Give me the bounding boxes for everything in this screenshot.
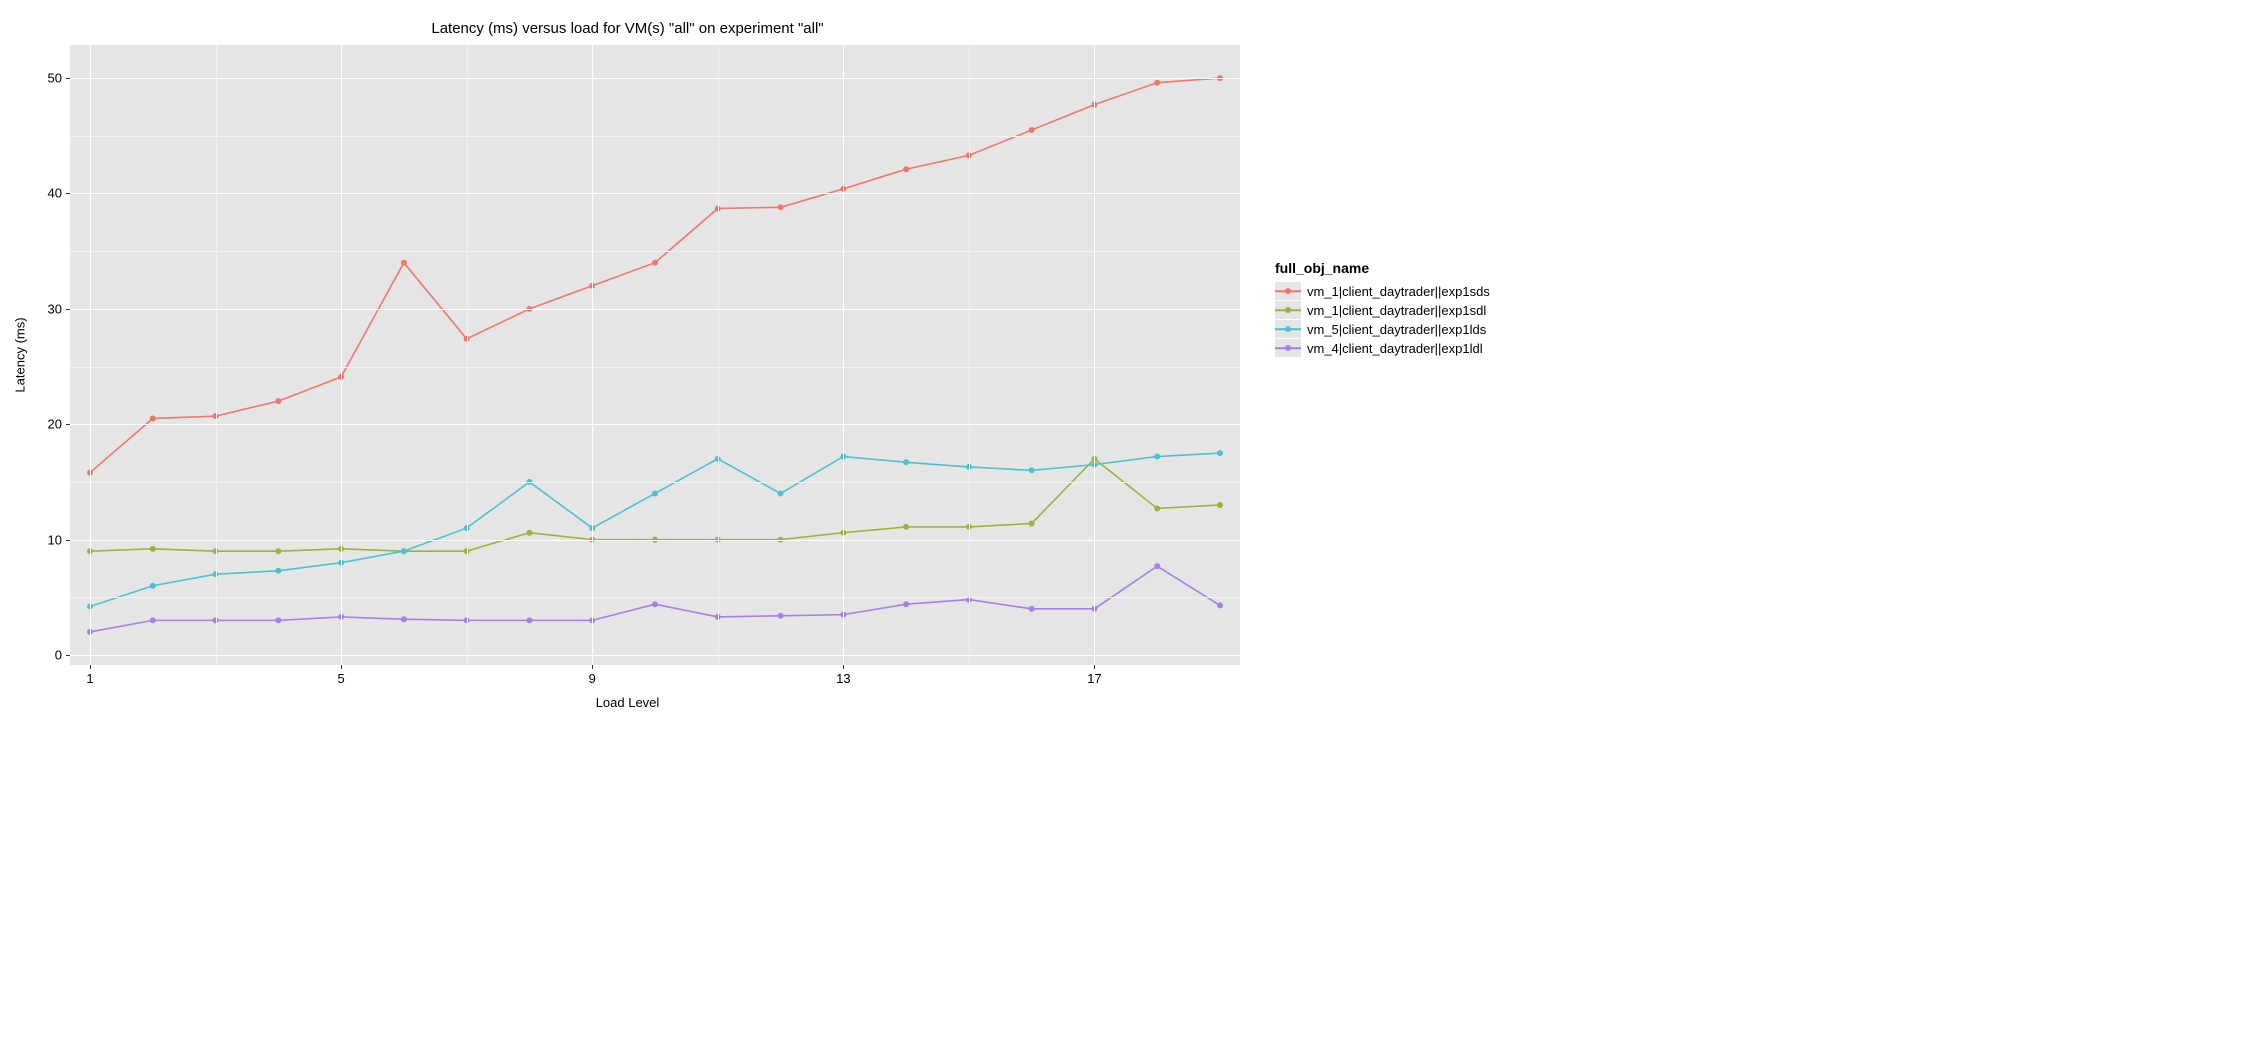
y-tick: 50 <box>48 71 62 86</box>
series-line <box>90 453 1220 606</box>
legend-label: vm_1|client_daytrader||exp1sds <box>1307 284 1490 299</box>
legend-swatch <box>1275 339 1301 357</box>
data-point <box>275 617 281 623</box>
legend-title: full_obj_name <box>1275 260 1490 276</box>
x-tick: 17 <box>1087 671 1101 686</box>
legend-item: vm_4|client_daytrader||exp1ldl <box>1275 339 1490 357</box>
data-point <box>778 204 784 210</box>
data-point <box>150 617 156 623</box>
series-line <box>90 78 1220 473</box>
legend-item: vm_1|client_daytrader||exp1sdl <box>1275 301 1490 319</box>
series-line <box>90 566 1220 632</box>
data-point <box>1154 80 1160 86</box>
data-point <box>1217 502 1223 508</box>
legend-swatch <box>1275 320 1301 338</box>
data-point <box>1029 520 1035 526</box>
data-point <box>275 548 281 554</box>
data-point <box>401 616 407 622</box>
legend-label: vm_4|client_daytrader||exp1ldl <box>1307 341 1483 356</box>
y-tick: 20 <box>48 417 62 432</box>
data-point <box>903 524 909 530</box>
x-tick: 9 <box>589 671 596 686</box>
y-tick: 10 <box>48 532 62 547</box>
data-point <box>526 530 532 536</box>
x-axis-label: Load Level <box>0 695 1255 710</box>
data-point <box>778 490 784 496</box>
data-point <box>903 166 909 172</box>
data-point <box>401 260 407 266</box>
legend-label: vm_1|client_daytrader||exp1sdl <box>1307 303 1486 318</box>
data-point <box>778 613 784 619</box>
y-tick: 40 <box>48 186 62 201</box>
chart-title: Latency (ms) versus load for VM(s) "all"… <box>0 20 1255 37</box>
data-point <box>652 601 658 607</box>
data-point <box>903 459 909 465</box>
y-tick: 30 <box>48 301 62 316</box>
legend-swatch <box>1275 282 1301 300</box>
data-point <box>1154 454 1160 460</box>
data-point <box>652 260 658 266</box>
data-point <box>150 415 156 421</box>
data-point <box>1029 127 1035 133</box>
data-point <box>652 490 658 496</box>
data-point <box>1154 563 1160 569</box>
data-point <box>1029 467 1035 473</box>
x-tick: 13 <box>836 671 850 686</box>
legend-item: vm_1|client_daytrader||exp1sds <box>1275 282 1490 300</box>
legend-swatch <box>1275 301 1301 319</box>
legend-label: vm_5|client_daytrader||exp1lds <box>1307 322 1486 337</box>
legend-item: vm_5|client_daytrader||exp1lds <box>1275 320 1490 338</box>
data-point <box>150 546 156 552</box>
x-tick: 1 <box>86 671 93 686</box>
data-point <box>1217 602 1223 608</box>
y-tick: 0 <box>55 648 62 663</box>
x-tick: 5 <box>337 671 344 686</box>
data-point <box>1154 505 1160 511</box>
plot-area: 010203040501591317 <box>70 45 1240 665</box>
data-point <box>903 601 909 607</box>
data-point <box>150 583 156 589</box>
data-point <box>275 398 281 404</box>
y-axis-label: Latency (ms) <box>13 317 28 392</box>
data-point <box>401 548 407 554</box>
data-point <box>526 617 532 623</box>
data-point <box>275 568 281 574</box>
data-point <box>1029 606 1035 612</box>
legend: full_obj_name vm_1|client_daytrader||exp… <box>1275 260 1490 358</box>
data-point <box>1217 450 1223 456</box>
